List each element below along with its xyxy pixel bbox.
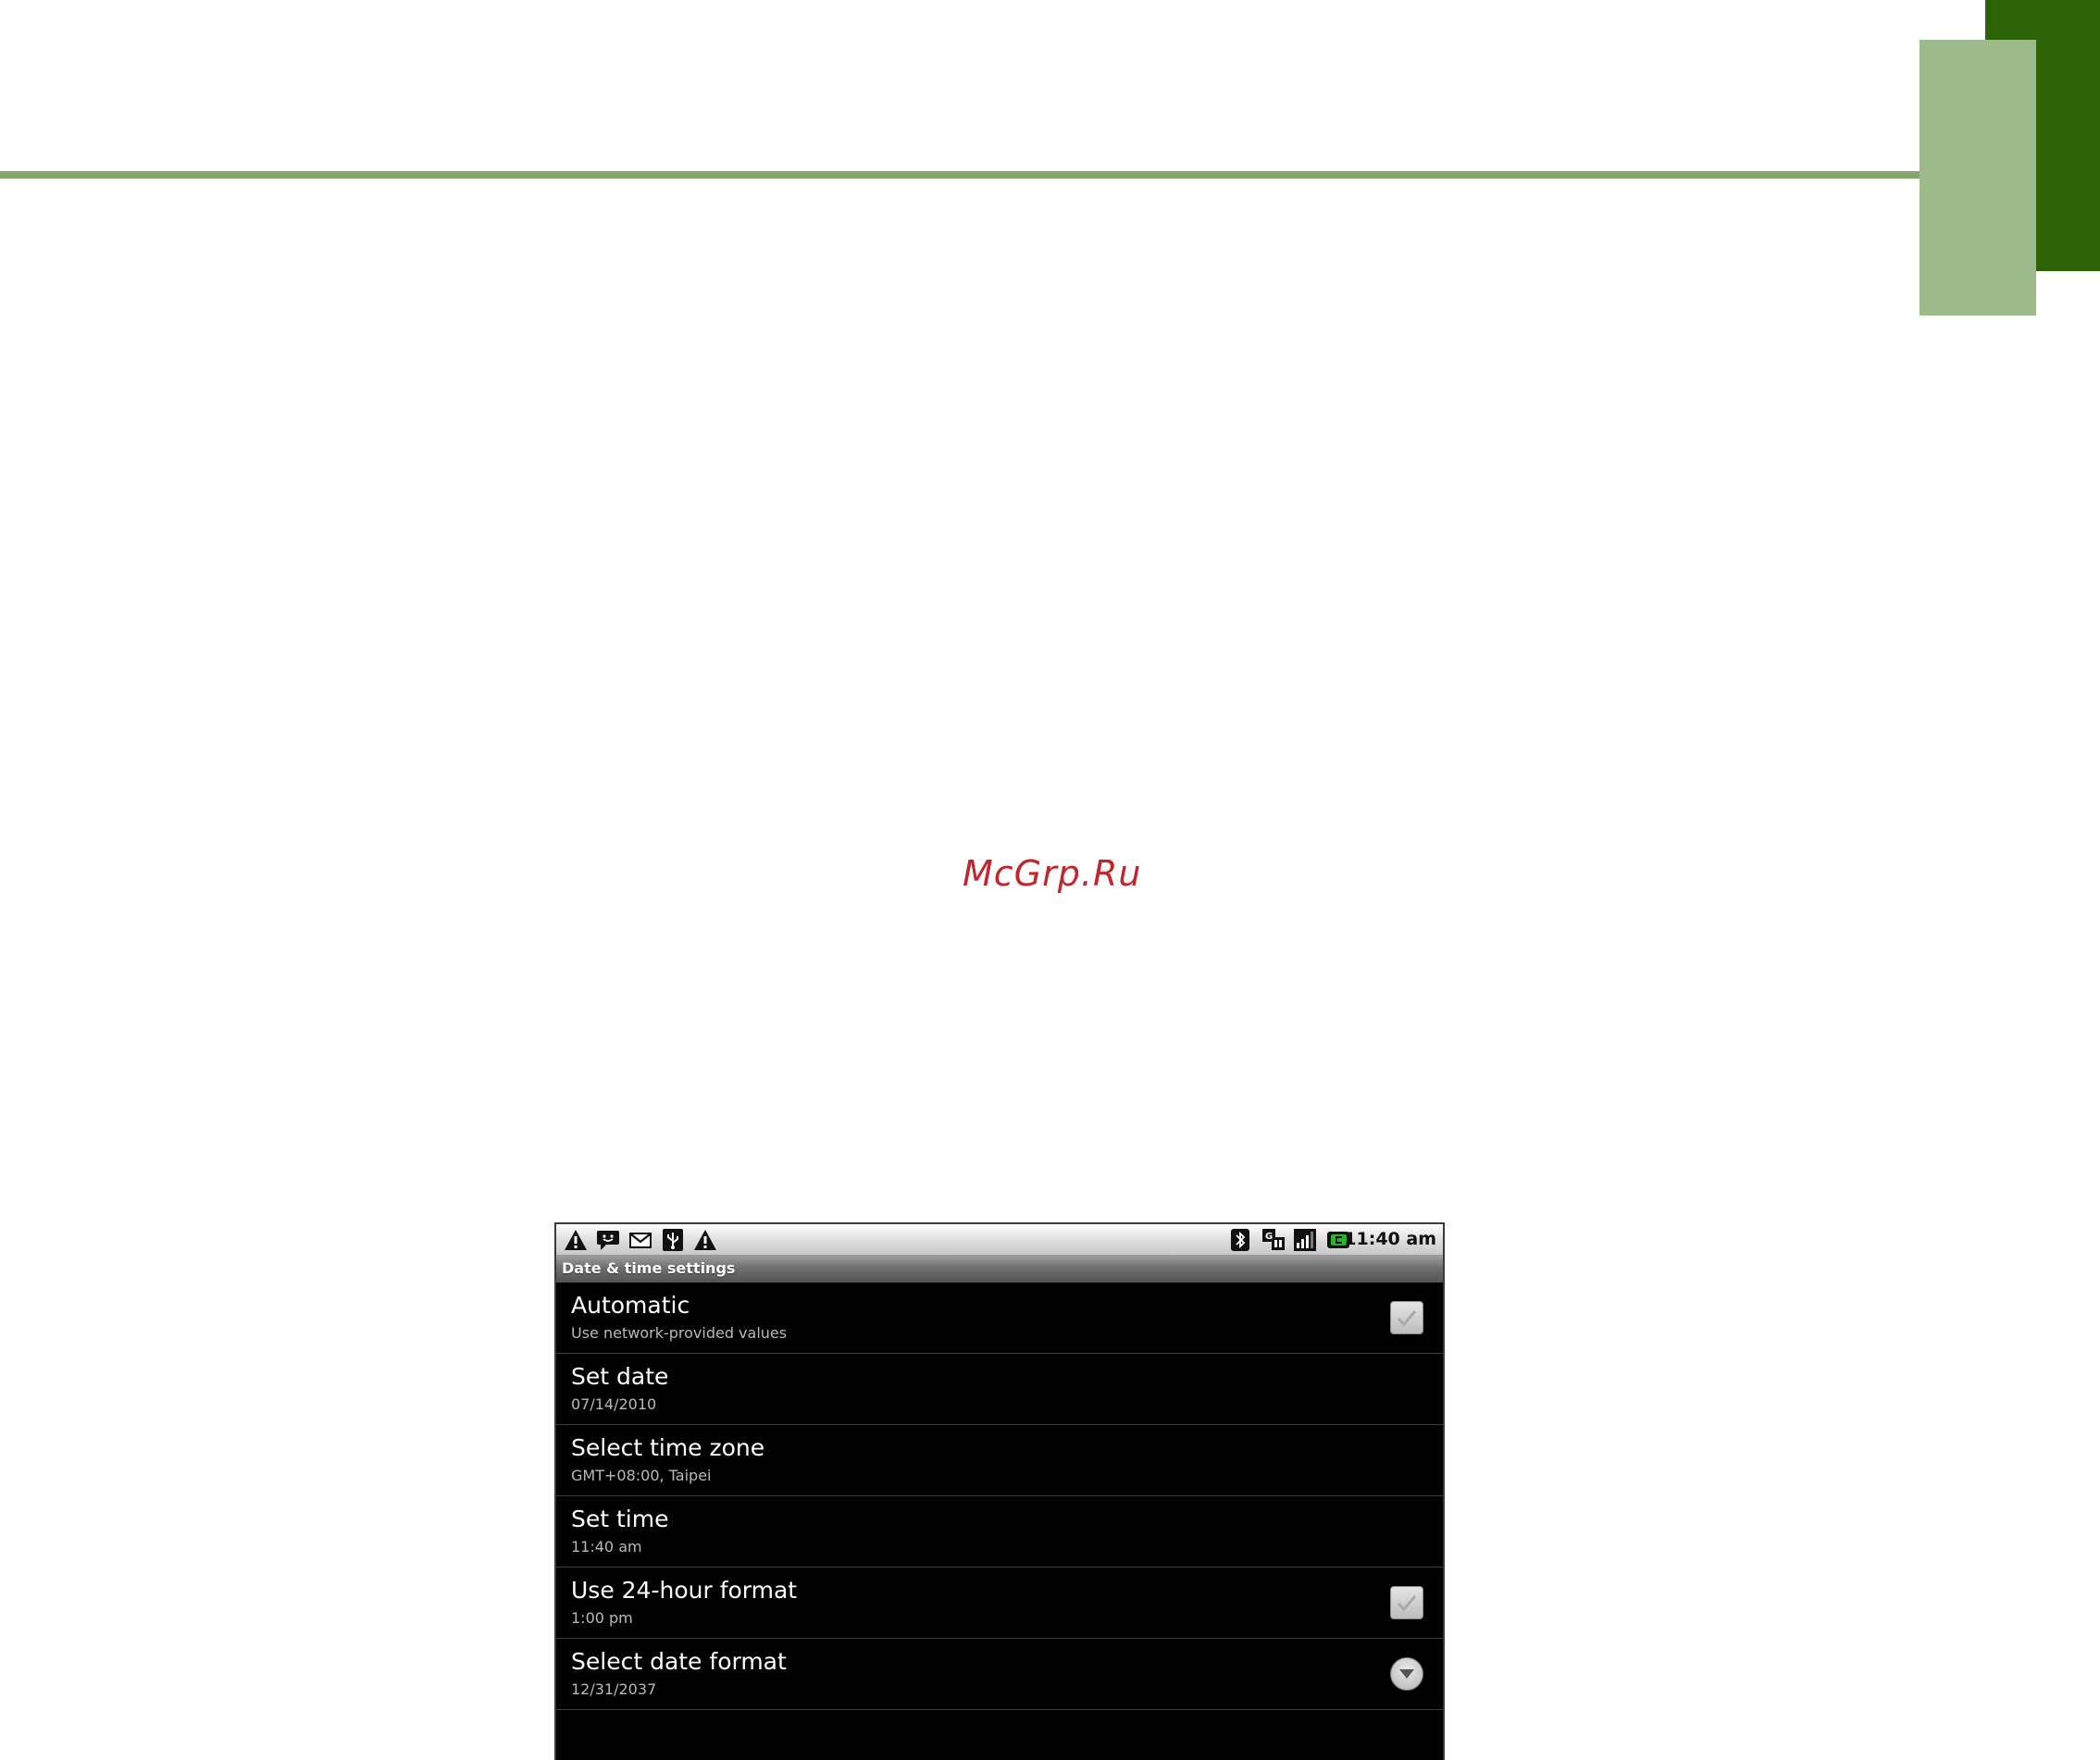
settings-title-bar: Date & time settings: [556, 1256, 1443, 1283]
24-hour-checkbox[interactable]: [1390, 1586, 1423, 1619]
setting-title: Set time: [571, 1506, 669, 1532]
automatic-checkbox[interactable]: [1390, 1301, 1423, 1334]
checkmark-icon: [1397, 1595, 1417, 1612]
manual-page: McGrp.Ru G 11:40 am Date & time settings…: [0, 0, 2100, 1760]
warning-icon: [694, 1230, 716, 1250]
setting-title: Select date format: [571, 1648, 787, 1675]
setting-date-format[interactable]: Select date format 12/31/2037: [556, 1639, 1443, 1710]
device-screenshot: G 11:40 am Date & time settings Automati…: [554, 1222, 1445, 1760]
usb-icon: [663, 1229, 683, 1251]
bluetooth-icon: [1231, 1229, 1249, 1251]
setting-set-date[interactable]: Set date 07/14/2010: [556, 1354, 1443, 1425]
watermark: McGrp.Ru: [963, 853, 1142, 894]
corner-tab-light: [1920, 40, 2036, 316]
setting-title: Set date: [571, 1363, 669, 1390]
gmail-icon: [629, 1233, 652, 1248]
setting-title: Select time zone: [571, 1434, 765, 1461]
chat-icon: [597, 1231, 619, 1250]
setting-automatic[interactable]: Automatic Use network-provided values: [556, 1283, 1443, 1354]
setting-title: Automatic: [571, 1292, 690, 1319]
setting-summary: 07/14/2010: [571, 1395, 657, 1413]
header-rule: [0, 171, 1920, 179]
date-format-dropdown[interactable]: [1390, 1657, 1423, 1691]
status-bar[interactable]: G 11:40 am: [556, 1224, 1443, 1256]
settings-title: Date & time settings: [562, 1259, 736, 1277]
setting-24-hour-format[interactable]: Use 24-hour format 1:00 pm: [556, 1568, 1443, 1639]
setting-summary: 11:40 am: [571, 1538, 642, 1555]
status-clock: 11:40 am: [1344, 1229, 1436, 1249]
chevron-down-icon: [1399, 1669, 1414, 1679]
setting-time-zone[interactable]: Select time zone GMT+08:00, Taipei: [556, 1425, 1443, 1496]
signal-icon: [1294, 1229, 1316, 1251]
svg-text:G: G: [1265, 1232, 1273, 1242]
setting-set-time[interactable]: Set time 11:40 am: [556, 1496, 1443, 1568]
setting-summary: 1:00 pm: [571, 1609, 633, 1627]
setting-summary: GMT+08:00, Taipei: [571, 1467, 712, 1484]
checkmark-icon: [1397, 1310, 1417, 1327]
setting-summary: Use network-provided values: [571, 1324, 788, 1342]
settings-list: Automatic Use network-provided values Se…: [556, 1283, 1443, 1710]
setting-summary: 12/31/2037: [571, 1680, 657, 1698]
warning-icon: [565, 1230, 587, 1250]
data-sync-icon: G: [1262, 1229, 1285, 1250]
setting-title: Use 24-hour format: [571, 1577, 798, 1604]
